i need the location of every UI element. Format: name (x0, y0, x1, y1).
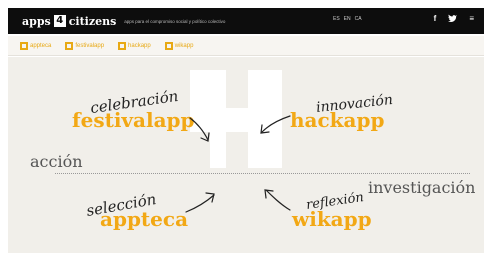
arrow-hack-icon (261, 115, 291, 133)
arrow-wikapp-head (264, 189, 274, 199)
arrow-festival-icon (189, 117, 209, 141)
arrows-overlay (185, 115, 291, 213)
arrow-appteca-icon (185, 194, 215, 213)
arrow-wikapp-icon (265, 189, 291, 211)
